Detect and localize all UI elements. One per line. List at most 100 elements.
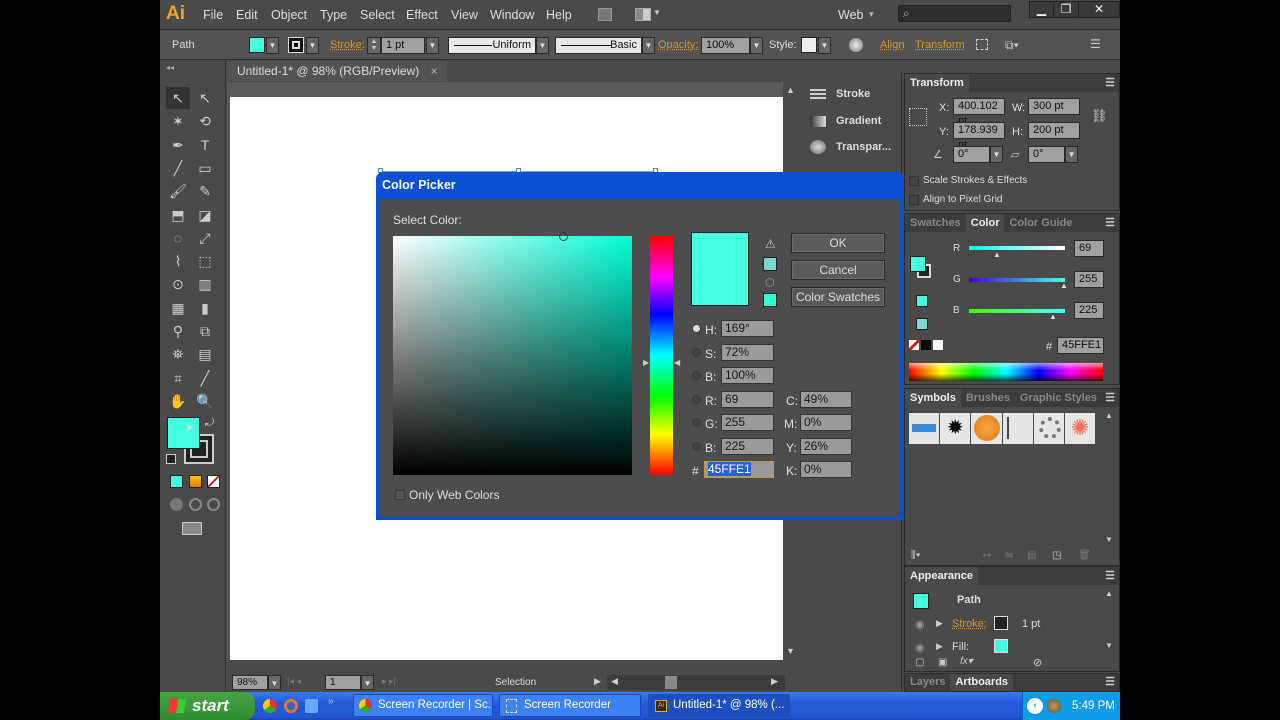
zoom-tool-icon[interactable]: 🔍: [193, 390, 217, 412]
lasso-tool-icon[interactable]: ⟲: [193, 110, 217, 132]
appearance-fill-swatch[interactable]: [994, 639, 1008, 653]
out-of-gamut-swatch[interactable]: [916, 318, 928, 330]
scroll-left-icon[interactable]: ◀: [611, 676, 618, 687]
expand-fill-icon[interactable]: ▶: [936, 641, 943, 652]
magic-wand-tool-icon[interactable]: ✶: [166, 110, 190, 132]
g-field[interactable]: 255: [1074, 271, 1104, 288]
menu-view[interactable]: View: [451, 8, 478, 22]
fill-dropdown[interactable]: ▼: [266, 37, 279, 54]
out-of-gamut-warning-icon[interactable]: ⚠: [765, 237, 776, 251]
color-fill-box[interactable]: [910, 256, 926, 272]
quicklaunch-overflow-icon[interactable]: »: [328, 696, 334, 707]
mesh-tool-icon[interactable]: ▦: [166, 297, 190, 319]
menu-object[interactable]: Object: [271, 8, 307, 22]
symbol-daisy-flower[interactable]: ✺: [1064, 413, 1096, 444]
clock[interactable]: 5:49 PM: [1072, 692, 1115, 720]
in-gamut-color-swatch[interactable]: [763, 257, 777, 271]
dock-transparency[interactable]: Transpar...: [810, 134, 891, 160]
green-field[interactable]: 255: [721, 414, 774, 431]
panel-menu-icon[interactable]: ☰: [1105, 674, 1115, 691]
workspace-switcher[interactable]: Web: [838, 8, 863, 22]
panel-menu-icon[interactable]: ☰: [1105, 214, 1115, 232]
color-swatches-button[interactable]: Color Swatches: [791, 287, 885, 307]
dock-stroke[interactable]: Stroke: [810, 81, 870, 107]
hue-slider-left-thumb[interactable]: ▶: [643, 358, 649, 367]
white-color-icon[interactable]: [933, 340, 943, 350]
document-tab[interactable]: Untitled-1* @ 98% (RGB/Preview) ×: [227, 61, 447, 81]
b-slider-thumb[interactable]: ▲: [1049, 312, 1057, 321]
draw-normal-icon[interactable]: [170, 498, 183, 511]
status-tool-label[interactable]: Selection: [495, 677, 536, 688]
fill-swatch[interactable]: [249, 37, 265, 53]
artboard-number-field[interactable]: 1: [325, 675, 361, 690]
isolate-object-icon[interactable]: [976, 39, 988, 50]
rotate-dropdown[interactable]: ▼: [990, 146, 1003, 163]
scroll-down-icon[interactable]: ▼: [786, 646, 795, 656]
saturation-field[interactable]: 72%: [721, 344, 774, 361]
opacity-dropdown[interactable]: ▼: [750, 37, 763, 54]
clear-appearance-icon[interactable]: ⊘: [1033, 656, 1042, 669]
hue-slider[interactable]: [650, 236, 673, 475]
rectangle-tool-icon[interactable]: ▭: [193, 157, 217, 179]
direct-selection-tool-icon[interactable]: ↖: [193, 87, 217, 109]
blend-tool-icon[interactable]: ⧉: [193, 320, 217, 342]
horizontal-scrollbar[interactable]: ◀ ▶: [607, 675, 785, 690]
draw-inside-icon[interactable]: [207, 498, 220, 511]
symbol-ink-splat[interactable]: ✹: [940, 413, 971, 444]
stroke-dropdown[interactable]: ▼: [306, 37, 319, 54]
scroll-right-icon[interactable]: ▶: [771, 676, 778, 687]
brush-definition[interactable]: Basic: [555, 37, 642, 54]
dock-gradient[interactable]: Gradient: [810, 108, 881, 134]
symbol-options-icon[interactable]: ▤: [1027, 550, 1036, 561]
saturation-radio[interactable]: [692, 348, 701, 357]
free-transform-tool-icon[interactable]: ⬚: [193, 250, 217, 272]
tab-symbols[interactable]: Symbols: [905, 389, 961, 407]
symbol-banner-frame[interactable]: [1002, 413, 1033, 444]
scroll-up-icon[interactable]: ▲: [1105, 411, 1113, 420]
eyedropper-tool-icon[interactable]: ⚲: [166, 320, 190, 342]
menu-edit[interactable]: Edit: [236, 8, 258, 22]
stroke-panel-link[interactable]: Stroke:: [330, 39, 365, 51]
artboard-tool-icon[interactable]: ⌗: [166, 367, 190, 389]
r-slider[interactable]: [969, 246, 1065, 250]
first-artboard-icon[interactable]: |◂ ◂: [287, 676, 301, 687]
non-web-color-icon[interactable]: ⬡: [765, 276, 775, 289]
menu-file[interactable]: File: [203, 8, 223, 22]
tab-brushes[interactable]: Brushes: [961, 389, 1015, 407]
zoom-dropdown[interactable]: ▼: [268, 675, 281, 690]
arrange-documents-icon[interactable]: [635, 8, 651, 21]
stroke-weight-field[interactable]: 1 pt: [381, 37, 425, 54]
blue-field[interactable]: 225: [721, 438, 774, 455]
pencil-tool-icon[interactable]: ✎: [193, 180, 217, 202]
tab-appearance[interactable]: Appearance: [905, 567, 978, 585]
none-mode-icon[interactable]: [207, 475, 220, 488]
panel-menu-icon[interactable]: ☰: [1105, 389, 1115, 407]
select-similar-icon[interactable]: ⧉▾: [1005, 38, 1019, 53]
green-radio[interactable]: [692, 418, 701, 427]
y-field[interactable]: 178.939 pt: [953, 122, 1005, 151]
hue-field[interactable]: 169°: [721, 320, 774, 337]
hex-field[interactable]: 45FFE1: [1057, 337, 1104, 354]
fill-color-box[interactable]: [167, 417, 200, 449]
add-effect-icon[interactable]: fx▾: [960, 656, 973, 667]
stroke-weight-stepper[interactable]: ▲ ▼: [367, 37, 381, 54]
stroke-swatch[interactable]: [288, 37, 304, 53]
blue-radio[interactable]: [692, 442, 701, 451]
add-fill-icon[interactable]: ▣: [938, 657, 947, 668]
hex-field[interactable]: 45FFE1: [704, 461, 774, 478]
h-field[interactable]: 200 pt: [1028, 122, 1080, 139]
tray-app-icon[interactable]: [1047, 699, 1061, 713]
r-slider-thumb[interactable]: ▲: [993, 250, 1001, 259]
rotate-tool-icon[interactable]: ◌: [166, 227, 190, 249]
align-pixel-grid-checkbox[interactable]: [909, 195, 919, 205]
rotate-field[interactable]: 0°: [953, 146, 990, 163]
brightness-radio[interactable]: [692, 371, 701, 380]
screen-mode-icon[interactable]: [182, 522, 202, 535]
magenta-field[interactable]: 0%: [800, 414, 852, 431]
expand-stroke-icon[interactable]: ▶: [936, 618, 943, 629]
search-input[interactable]: ⌕: [898, 5, 1011, 22]
x-field[interactable]: 400.102 pt: [953, 98, 1005, 127]
yellow-field[interactable]: 26%: [800, 438, 852, 455]
none-color-icon[interactable]: [909, 340, 919, 350]
opacity-field[interactable]: 100%: [701, 37, 750, 54]
